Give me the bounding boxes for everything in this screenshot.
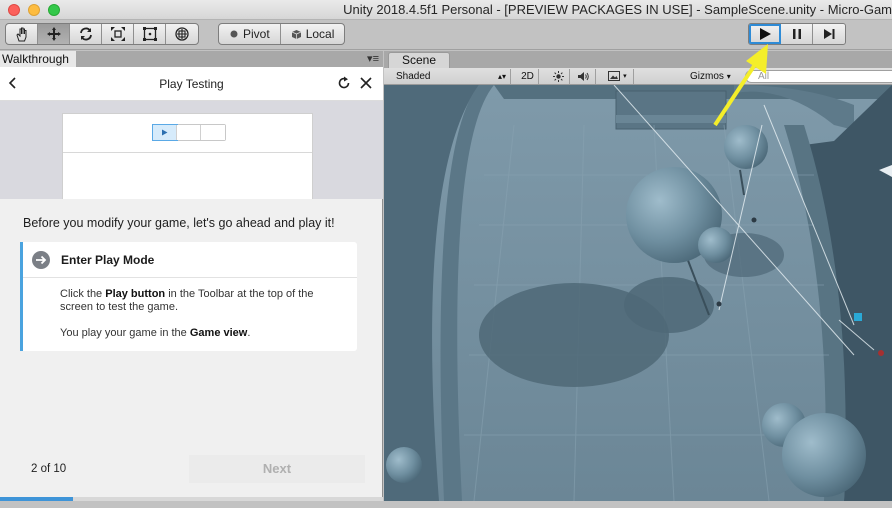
window-title: Unity 2018.4.5f1 Personal - [PREVIEW PAC… xyxy=(343,2,892,17)
illustration-step-button xyxy=(201,125,225,140)
page-count: 2 of 10 xyxy=(31,463,67,475)
scale-icon xyxy=(110,27,125,41)
annotation-arrow-icon xyxy=(713,44,768,127)
rotate-icon xyxy=(79,27,92,41)
step-instructions: Click the Play button in the Toolbar at … xyxy=(60,288,340,353)
audio-toggle-button[interactable] xyxy=(572,69,596,84)
step-illustration xyxy=(0,101,383,199)
pivot-controls: Pivot Local xyxy=(218,23,346,45)
walkthrough-tab[interactable]: Walkthrough xyxy=(0,51,76,67)
reset-icon[interactable] xyxy=(337,76,351,90)
pivot-toggle-button[interactable]: Pivot xyxy=(219,24,281,44)
local-toggle-button[interactable]: Local xyxy=(281,24,345,44)
pivot-icon xyxy=(230,30,238,38)
step-paragraph-2: You play your game in the Game view. xyxy=(60,327,251,339)
step-title: Enter Play Mode xyxy=(61,253,155,267)
step-button[interactable] xyxy=(813,24,845,44)
scene-viewport[interactable] xyxy=(384,85,892,501)
2d-toggle-button[interactable]: 2D xyxy=(517,69,539,84)
status-bar xyxy=(0,501,892,508)
pivot-label: Pivot xyxy=(243,27,270,41)
walkthrough-header: Play Testing xyxy=(0,67,383,101)
arrow-right-circle-icon xyxy=(32,251,50,269)
scale-tool-button[interactable] xyxy=(102,24,134,44)
dropdown-arrow-icon: ▴▾ xyxy=(497,72,506,81)
play-icon xyxy=(162,129,168,136)
step-icon xyxy=(824,29,835,39)
rect-icon xyxy=(142,27,157,41)
scene-toolbar: Shaded ▴▾ 2D ▾ Gizmos ▾ All xyxy=(384,68,892,85)
effects-dropdown[interactable]: ▾ xyxy=(602,69,634,84)
scene-panel: Scene Shaded ▴▾ 2D ▾ Gizmos ▾ All xyxy=(384,51,892,501)
transform-tools xyxy=(5,23,199,45)
scene-render xyxy=(384,85,892,501)
cube-icon xyxy=(291,29,301,39)
walkthrough-footer: 2 of 10 Next xyxy=(0,449,383,501)
walkthrough-panel: Walkthrough ▾≡ Play Testing Before you m… xyxy=(0,51,383,501)
hand-icon xyxy=(15,27,26,42)
window-title-bar: Unity 2018.4.5f1 Personal - [PREVIEW PAC… xyxy=(0,0,892,20)
next-button[interactable]: Next xyxy=(189,455,365,483)
tab-menu-icon[interactable]: ▾≡ xyxy=(367,52,379,65)
shading-mode-dropdown[interactable]: Shaded ▴▾ xyxy=(393,69,511,84)
rotate-tool-button[interactable] xyxy=(70,24,102,44)
close-icon[interactable] xyxy=(359,76,373,90)
illustration-card xyxy=(62,113,313,199)
step-card: Enter Play Mode Click the Play button in… xyxy=(20,242,357,351)
lighting-toggle-button[interactable] xyxy=(548,69,570,84)
illustration-pause-button xyxy=(177,125,201,140)
illustration-play-controls xyxy=(152,124,226,141)
rect-tool-button[interactable] xyxy=(134,24,166,44)
local-label: Local xyxy=(305,27,335,41)
walkthrough-title: Play Testing xyxy=(159,77,224,91)
step-header[interactable]: Enter Play Mode xyxy=(23,242,357,278)
hand-tool-button[interactable] xyxy=(6,24,38,44)
intro-text: Before you modify your game, let's go ah… xyxy=(23,216,335,230)
step-paragraph-1: Click the Play button in the Toolbar at … xyxy=(60,288,314,313)
image-icon xyxy=(608,71,621,81)
sun-icon xyxy=(553,71,564,82)
illustration-play-button xyxy=(152,124,178,141)
pause-icon xyxy=(792,29,801,39)
scene-tab[interactable]: Scene xyxy=(388,52,450,68)
walkthrough-tab-strip: Walkthrough ▾≡ xyxy=(0,51,383,67)
transform-icon xyxy=(175,27,189,41)
transform-tool-button[interactable] xyxy=(166,24,198,44)
speaker-icon xyxy=(578,72,589,81)
move-tool-button[interactable] xyxy=(38,24,70,44)
move-icon xyxy=(46,27,61,41)
